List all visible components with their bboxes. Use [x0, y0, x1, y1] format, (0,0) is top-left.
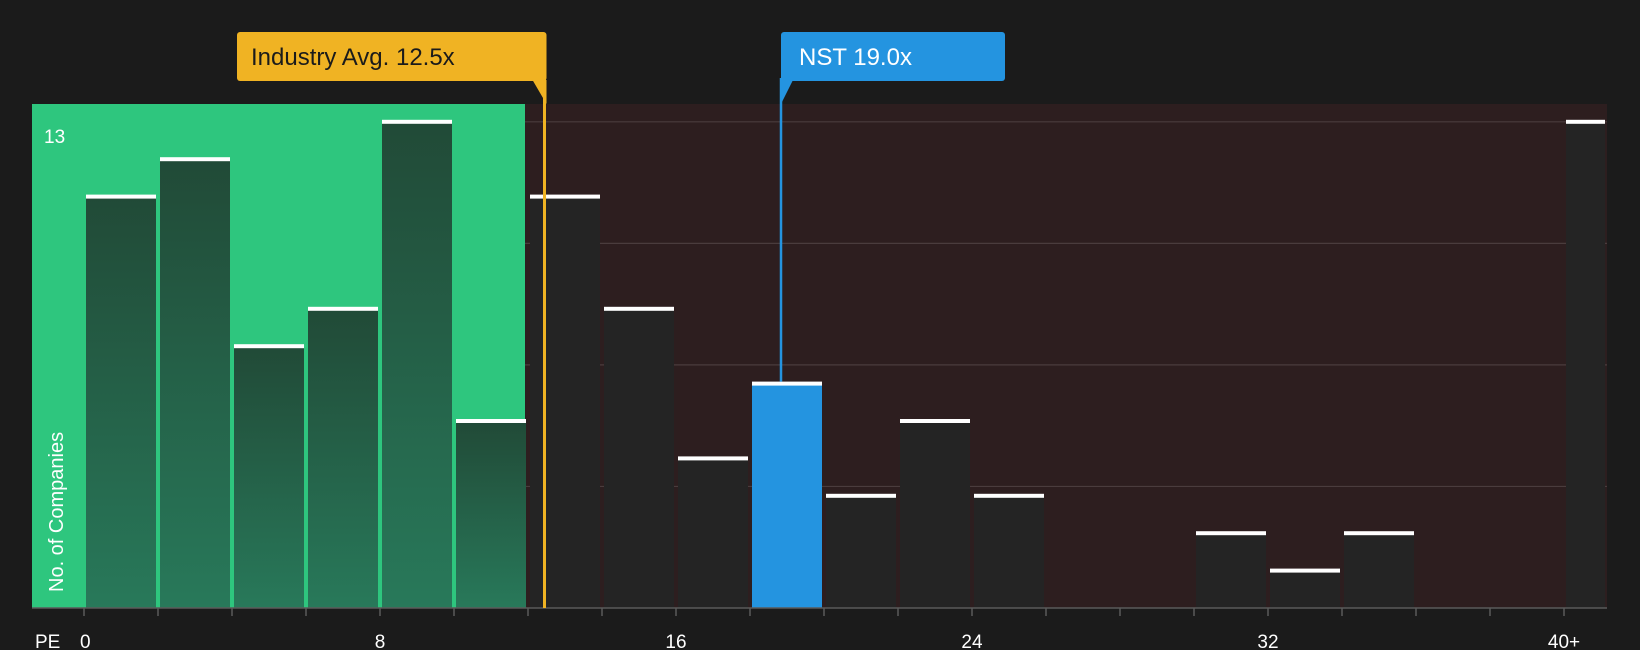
y-tick-label: 13 — [44, 127, 65, 148]
histogram-bar — [456, 421, 526, 608]
bar-cap — [1196, 531, 1266, 536]
histogram-bar — [530, 196, 600, 608]
company-bin-bar — [752, 383, 822, 608]
x-tick-label: 8 — [375, 632, 386, 650]
bar-cap — [1344, 531, 1414, 536]
x-tick-label: 16 — [665, 632, 686, 650]
histogram-bar — [900, 421, 970, 608]
x-tick-label: 0 — [80, 632, 91, 650]
histogram-bar — [234, 346, 304, 608]
bar-cap — [1566, 119, 1605, 124]
bar-cap — [752, 381, 822, 386]
bar-cap — [974, 493, 1044, 498]
industry-avg-label: Industry Avg. 12.5x — [251, 44, 455, 71]
histogram-bar — [604, 308, 674, 608]
y-axis-label: No. of Companies — [46, 432, 68, 592]
bar-cap — [900, 419, 970, 423]
histogram-bar — [1344, 533, 1414, 608]
bar-cap — [678, 456, 748, 461]
x-axis-label: PE — [35, 632, 60, 650]
x-tick-label: 32 — [1257, 632, 1278, 650]
histogram-bar — [308, 308, 378, 608]
bar-cap — [308, 306, 378, 311]
pe-distribution-chart: 0 8 16 24 32 40+ Industry Avg. 12.5x NST 19.0x… — [0, 0, 1640, 650]
bar-cap — [604, 306, 674, 311]
histogram-bar — [1196, 533, 1266, 608]
histogram-bar — [160, 159, 230, 608]
bar-cap — [826, 493, 896, 498]
bar-cap — [86, 194, 156, 199]
company-pe-label: NST 19.0x — [799, 44, 912, 71]
bar-cap — [1270, 568, 1340, 573]
bar-cap — [530, 194, 600, 199]
histogram-bar — [1270, 570, 1340, 608]
histogram-bar — [382, 121, 452, 609]
bar-cap — [456, 419, 526, 423]
bar-cap — [382, 119, 452, 124]
histogram-bar — [974, 495, 1044, 608]
x-tick-label: 24 — [961, 632, 983, 650]
histogram-bar — [678, 458, 748, 608]
histogram-bar — [1566, 121, 1605, 609]
histogram-bar — [86, 196, 156, 608]
bar-cap — [160, 157, 230, 162]
x-tick-label: 40+ — [1548, 632, 1580, 650]
histogram-bar — [826, 495, 896, 608]
bar-cap — [234, 344, 304, 349]
